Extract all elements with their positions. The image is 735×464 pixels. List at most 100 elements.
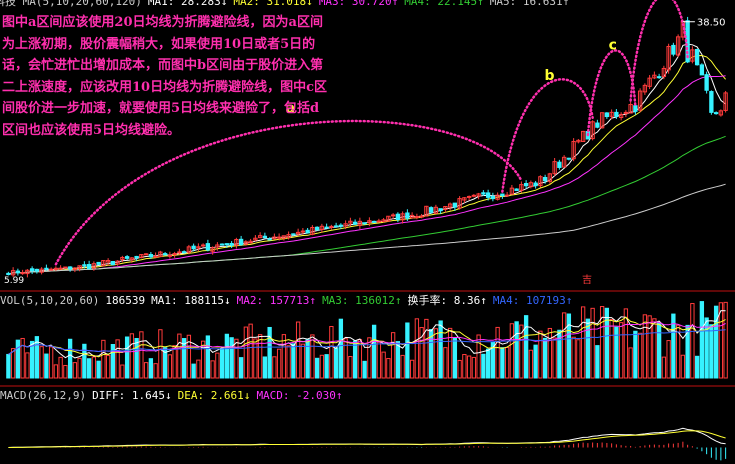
volume-bar — [25, 352, 30, 379]
volume-bar — [329, 325, 334, 379]
macd-panel-header: MACD(26,12,9) DIFF: 1.645↓ DEA: 2.661↓ MACD… — [0, 389, 349, 402]
annotation-line-1: 图中a区间应该使用20日均线为折腾避险线，因为a区间 — [2, 15, 323, 30]
candle-body — [709, 91, 714, 113]
volume-bar — [694, 355, 700, 379]
candle-body — [82, 264, 87, 267]
volume-bar — [96, 360, 101, 379]
candle-body — [490, 196, 496, 200]
volume-bar — [585, 318, 591, 379]
macd-diff-line — [8, 427, 726, 448]
candle-body — [395, 213, 401, 221]
candle-body — [428, 207, 434, 213]
price-header-item: 科技 MA(5,10,20,60,120) — [0, 0, 142, 8]
candle-body — [438, 208, 443, 212]
candle-body — [329, 225, 334, 228]
candle-body — [200, 244, 206, 247]
candle-body — [191, 245, 196, 250]
volume-bar — [495, 326, 500, 379]
volume-bar — [395, 341, 401, 379]
volume-bar — [709, 324, 714, 379]
candle-body — [63, 266, 68, 269]
candle-body — [338, 224, 344, 227]
candle-body — [471, 194, 477, 197]
candle-body — [452, 202, 458, 208]
volume-panel-header: VOL(5,10,20,60) 186539 MA1: 188115↓ MA2: 15… — [0, 294, 578, 307]
candle-body — [595, 122, 600, 128]
candle-body — [623, 111, 629, 114]
volume-header-item: MA4: 107193↑ — [492, 294, 573, 307]
price-panel-header: 科技 MA(5,10,20,60,120) MA1: 28.283↓ MA2: 31… — [0, 0, 575, 8]
candle-body — [238, 238, 244, 246]
candle-body — [656, 76, 662, 79]
volume-bar — [699, 301, 705, 379]
volume-bar — [238, 357, 244, 379]
volume-bar — [276, 348, 282, 379]
candle-body — [53, 267, 59, 270]
volume-bar — [191, 363, 196, 379]
volume-bar — [148, 358, 154, 379]
volume-bar — [713, 305, 719, 379]
volume-bar — [172, 345, 177, 379]
volume-bar — [143, 362, 149, 379]
volume-bar — [633, 330, 638, 379]
volume-bar — [547, 327, 553, 379]
volume-bar — [637, 332, 643, 379]
candle-body — [58, 267, 63, 270]
candle-body — [414, 216, 420, 219]
candle-body — [229, 242, 234, 246]
volume-bar — [338, 318, 344, 379]
candle-body — [671, 44, 676, 55]
volume-bar — [400, 354, 405, 379]
candle-body — [419, 215, 424, 218]
volume-bar — [500, 347, 505, 379]
volume-bar — [72, 362, 78, 379]
volume-bar — [243, 326, 249, 379]
volume-bar — [481, 353, 486, 379]
volume-bar — [63, 364, 68, 379]
high-price-label: 38.50 — [697, 18, 726, 29]
volume-bar — [105, 354, 111, 379]
candle-body — [267, 238, 272, 241]
candle-body — [124, 256, 130, 259]
volume-bar — [10, 348, 16, 379]
candle-body — [699, 64, 705, 76]
price-header-item: MA1: 28.283↓ — [147, 0, 228, 8]
volume-bar — [656, 322, 662, 379]
volume-bar — [253, 338, 258, 379]
candle-body — [6, 272, 11, 276]
volume-bar — [424, 318, 429, 379]
volume-bar — [590, 307, 595, 379]
volume-bar — [272, 356, 277, 379]
volume-bar — [523, 315, 529, 379]
volume-bar — [509, 323, 515, 379]
volume-bar — [571, 336, 576, 379]
candle-body — [224, 243, 230, 246]
volume-bar — [680, 354, 686, 379]
volume-bar — [101, 339, 106, 379]
volume-bar — [115, 339, 120, 379]
candle-body — [86, 263, 92, 270]
annotation-line-6: 区间也应该使用5日均线避险。 — [2, 122, 181, 138]
candle-body — [481, 192, 486, 195]
volume-bar — [44, 353, 49, 379]
volume-bar — [647, 315, 652, 379]
candle-body — [633, 105, 638, 112]
volume-bar — [29, 340, 35, 379]
volume-bar — [367, 337, 372, 379]
candle-body — [181, 251, 187, 254]
candle-body — [352, 221, 358, 225]
low-price-label: 5.99 — [4, 276, 24, 286]
zone-arc-d — [629, 0, 689, 102]
volume-bar — [257, 334, 263, 379]
volume-bar — [471, 356, 477, 379]
volume-bar — [77, 357, 82, 379]
volume-header-item: MA2: 157713↑ — [236, 294, 317, 307]
volume-bar — [542, 337, 548, 379]
volume-bar — [652, 318, 657, 379]
volume-bar — [538, 330, 543, 379]
volume-bar — [409, 359, 415, 379]
volume-bar — [566, 313, 572, 379]
volume-bar — [314, 357, 320, 379]
candle-body — [205, 243, 211, 251]
volume-bar — [300, 343, 306, 379]
